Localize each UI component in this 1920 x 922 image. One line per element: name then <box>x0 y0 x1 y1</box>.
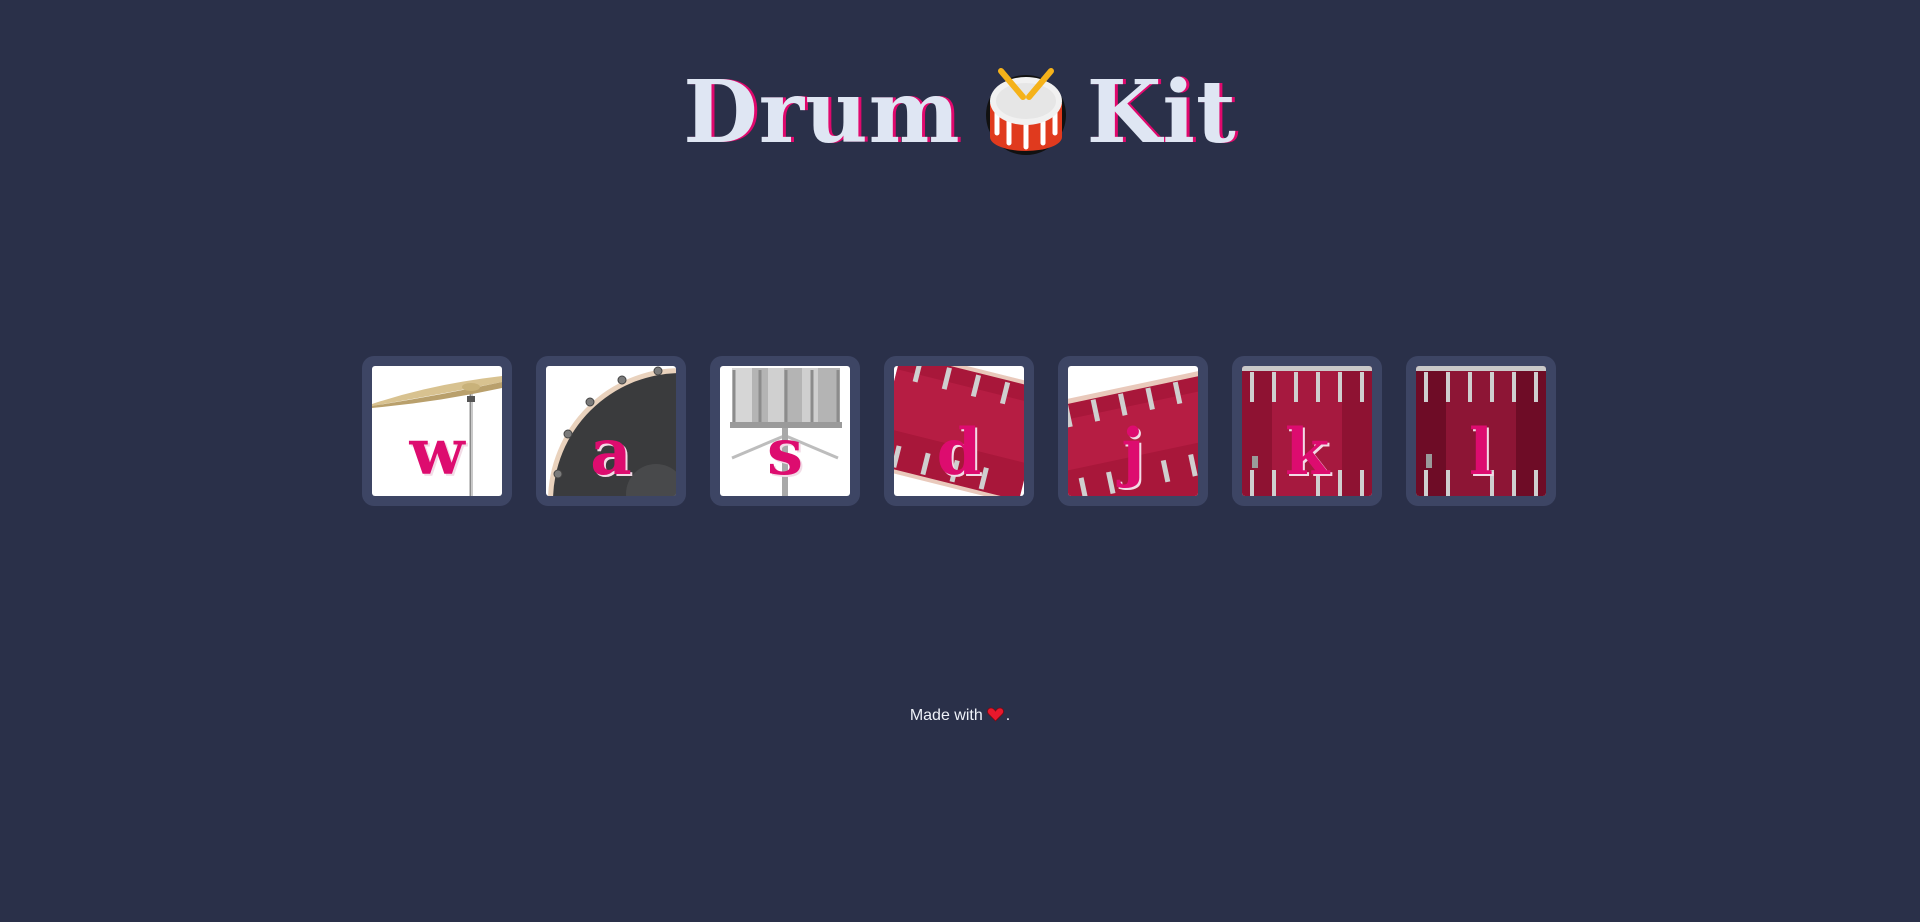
key-letter: j <box>1121 415 1145 490</box>
key-letter: l <box>1468 415 1494 490</box>
key-letter: k <box>1284 415 1330 490</box>
drum-kit-page: Drum Kit w a s d j k l Made with . <box>0 0 1920 922</box>
footer-text: Made with <box>909 707 983 724</box>
key-letter: d <box>936 415 982 490</box>
key-letter: s <box>766 415 804 490</box>
footer: Made with . <box>0 707 1920 725</box>
key-letter: a <box>590 415 632 490</box>
title-word-drum: Drum <box>683 61 961 163</box>
key-j-tom[interactable]: j <box>1058 356 1208 506</box>
drum-icon <box>985 67 1066 155</box>
key-tile: l <box>1416 366 1546 496</box>
key-w-cymbal[interactable]: w <box>362 356 512 506</box>
key-a-bass-drum[interactable]: a <box>536 356 686 506</box>
key-l-floor-tom[interactable]: l <box>1406 356 1556 506</box>
key-tile: w <box>372 366 502 496</box>
page-title: Drum Kit <box>0 50 1920 169</box>
key-d-tom[interactable]: d <box>884 356 1034 506</box>
key-letter: w <box>409 415 465 490</box>
key-tile: s <box>720 366 850 496</box>
heart-icon <box>986 707 1004 722</box>
key-k-floor-tom[interactable]: k <box>1232 356 1382 506</box>
title-word-kit: Kit <box>1086 61 1237 163</box>
key-tile: j <box>1068 366 1198 496</box>
key-tile: k <box>1242 366 1372 496</box>
footer-period: . <box>1005 707 1011 724</box>
drum-keys: w a s d j k l <box>362 356 1562 506</box>
key-tile: d <box>894 366 1024 496</box>
key-s-snare-drum[interactable]: s <box>710 356 860 506</box>
key-tile: a <box>546 366 676 496</box>
